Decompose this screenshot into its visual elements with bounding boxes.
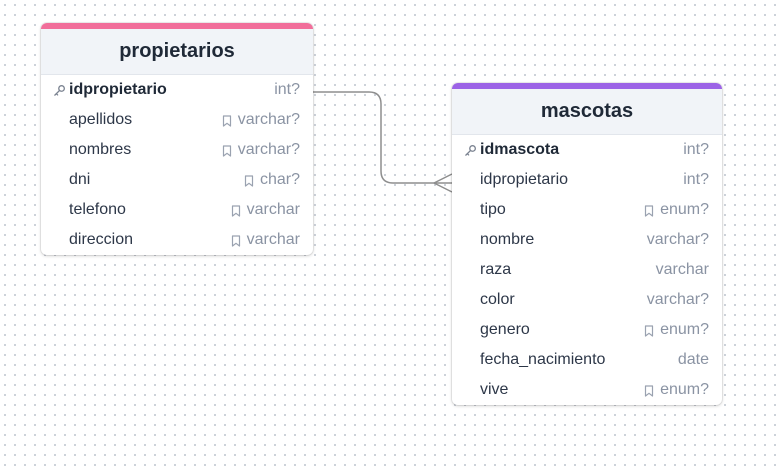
field-type-text: enum? xyxy=(660,201,709,218)
field-type: int? xyxy=(274,81,300,99)
field-name-text: telefono xyxy=(69,201,126,218)
field-type-text: varchar? xyxy=(237,141,300,158)
field-name: color xyxy=(464,291,515,309)
field-name: dni xyxy=(53,171,90,189)
field-row[interactable]: apellidos varchar? xyxy=(41,105,313,135)
field-name-text: dni xyxy=(69,171,91,188)
enum-bookmark-icon xyxy=(231,234,241,247)
key-icon xyxy=(464,144,477,157)
field-type-text: int? xyxy=(274,81,300,98)
field-row[interactable]: vive enum? xyxy=(452,375,722,405)
field-name-text: nombres xyxy=(69,141,132,158)
field-type-text: enum? xyxy=(660,321,709,338)
field-type: varchar xyxy=(656,261,709,279)
crowfoot-many-icon xyxy=(433,173,453,193)
field-row[interactable]: fecha_nacimiento date xyxy=(452,345,722,375)
table-title[interactable]: mascotas xyxy=(452,89,722,135)
field-type-text: date xyxy=(677,351,709,368)
field-name: nombres xyxy=(53,141,131,159)
field-name-text: idmascota xyxy=(480,141,560,158)
field-name-text: nombre xyxy=(480,231,535,248)
field-type: enum? xyxy=(644,381,709,399)
enum-bookmark-icon xyxy=(644,384,654,397)
field-name-text: vive xyxy=(480,381,509,398)
field-list: idpropietario int? apellidos varchar? nombre… xyxy=(41,75,313,255)
field-name: raza xyxy=(464,261,511,279)
field-name-text: tipo xyxy=(480,201,506,218)
field-row[interactable]: telefono varchar xyxy=(41,195,313,225)
field-type: char? xyxy=(244,171,300,189)
field-name: nombre xyxy=(464,231,534,249)
field-row[interactable]: dni char? xyxy=(41,165,313,195)
field-type: varchar? xyxy=(647,291,709,309)
field-name: fecha_nacimiento xyxy=(464,351,605,369)
table-mascotas[interactable]: mascotas idmascota int? idpropietario int? t… xyxy=(452,83,722,405)
field-type: int? xyxy=(683,141,709,159)
field-type-text: int? xyxy=(683,141,709,158)
field-row[interactable]: tipo enum? xyxy=(452,195,722,225)
field-name: idmascota xyxy=(464,141,559,159)
field-row[interactable]: nombre varchar? xyxy=(452,225,722,255)
field-list: idmascota int? idpropietario int? tipo enum? n… xyxy=(452,135,722,405)
field-type-text: int? xyxy=(683,171,709,188)
field-type-text: varchar? xyxy=(646,231,709,248)
field-type-text: varchar xyxy=(246,201,300,218)
field-name-text: raza xyxy=(480,261,512,278)
field-name: idpropietario xyxy=(53,81,167,99)
field-type-text: varchar? xyxy=(237,111,300,128)
field-name-text: apellidos xyxy=(69,111,133,128)
field-type-text: char? xyxy=(259,171,300,188)
field-row[interactable]: genero enum? xyxy=(452,315,722,345)
field-type: varchar xyxy=(231,231,300,249)
enum-bookmark-icon xyxy=(231,204,241,217)
enum-bookmark-icon xyxy=(222,144,232,157)
field-name: direccion xyxy=(53,231,133,249)
field-name: telefono xyxy=(53,201,126,219)
table-propietarios[interactable]: propietarios idpropietario int? apellidos v… xyxy=(41,23,313,255)
field-name-text: color xyxy=(480,291,515,308)
field-name-text: direccion xyxy=(69,231,134,248)
field-type-text: varchar xyxy=(246,231,300,248)
field-type-text: varchar? xyxy=(646,291,709,308)
table-title[interactable]: propietarios xyxy=(41,29,313,75)
field-type: int? xyxy=(683,171,709,189)
field-row[interactable]: direccion varchar xyxy=(41,225,313,255)
field-type: varchar? xyxy=(222,111,300,129)
field-name-text: idpropietario xyxy=(69,81,167,98)
field-name: vive xyxy=(464,381,508,399)
relationship-line xyxy=(313,91,452,184)
field-row[interactable]: idpropietario int? xyxy=(452,165,722,195)
key-icon xyxy=(53,84,66,97)
field-name-text: genero xyxy=(480,321,530,338)
field-type: enum? xyxy=(644,321,709,339)
field-type: enum? xyxy=(644,201,709,219)
field-row[interactable]: idpropietario int? xyxy=(41,75,313,105)
field-type: varchar? xyxy=(222,141,300,159)
field-type-text: enum? xyxy=(660,381,709,398)
enum-bookmark-icon xyxy=(644,324,654,337)
field-type: varchar? xyxy=(647,231,709,249)
field-row[interactable]: raza varchar xyxy=(452,255,722,285)
field-name: idpropietario xyxy=(464,171,568,189)
field-type: varchar xyxy=(231,201,300,219)
field-name: tipo xyxy=(464,201,506,219)
field-name-text: idpropietario xyxy=(480,171,569,188)
field-row[interactable]: nombres varchar? xyxy=(41,135,313,165)
enum-bookmark-icon xyxy=(222,114,232,127)
enum-bookmark-icon xyxy=(244,174,254,187)
enum-bookmark-icon xyxy=(644,204,654,217)
field-name: apellidos xyxy=(53,111,132,129)
field-row[interactable]: idmascota int? xyxy=(452,135,722,165)
field-type: date xyxy=(678,351,709,369)
field-name-text: fecha_nacimiento xyxy=(480,351,606,368)
field-name: genero xyxy=(464,321,530,339)
field-row[interactable]: color varchar? xyxy=(452,285,722,315)
field-type-text: varchar xyxy=(655,261,709,278)
